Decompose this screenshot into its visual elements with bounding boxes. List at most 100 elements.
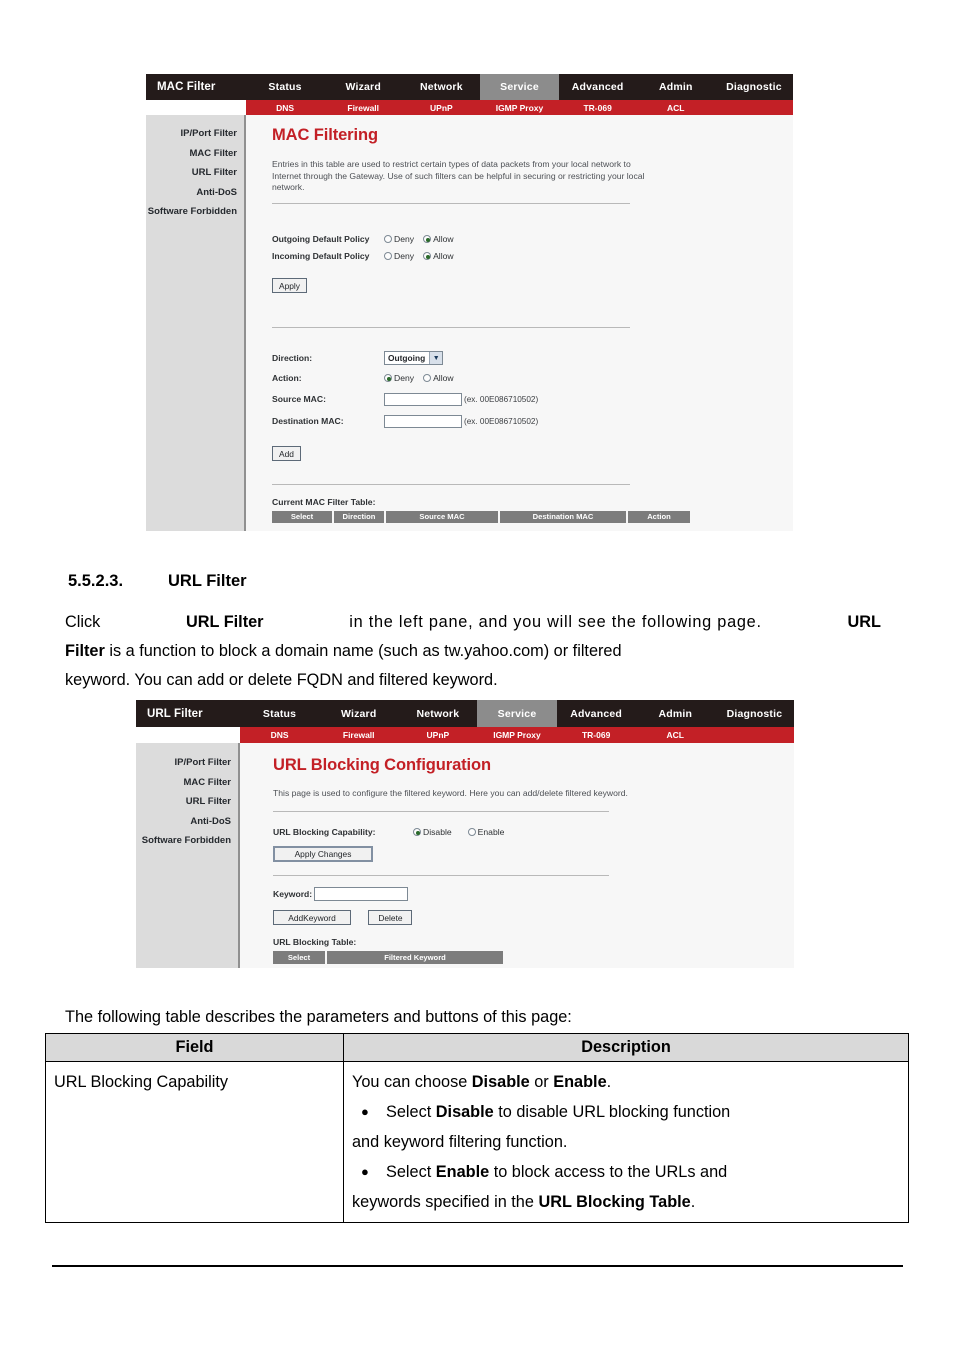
shot2-capability-row: URL Blocking Capability: Disable Enable — [273, 824, 794, 841]
shot1-main-nav: Status Wizard Network Service Advanced A… — [246, 74, 793, 100]
shot2-sidebar-item-software-forbidden[interactable]: Software Forbidden — [136, 831, 231, 851]
shot2-sidebar-item-ip-port-filter[interactable]: IP/Port Filter — [136, 753, 231, 773]
b2-cont-a: keywords specified in the — [352, 1193, 539, 1211]
router-screenshot-url-filter: URL Filter Status Wizard Network Service… — [136, 700, 794, 968]
shot1-nav-service[interactable]: Service — [480, 74, 559, 100]
b2-cont-period: . — [690, 1193, 696, 1211]
shot2-sidebar-item-mac-filter[interactable]: MAC Filter — [136, 773, 232, 793]
intro-paragraph: Click URL Filter in the left pane, and y… — [65, 608, 881, 695]
shot1-outgoing-deny-radio[interactable]: Deny — [384, 231, 414, 248]
shot2-subnav-firewall[interactable]: Firewall — [319, 727, 398, 743]
shot1-sidebar-item-software-forbidden[interactable]: Software Forbidden — [146, 202, 237, 222]
footer-divider — [52, 1265, 903, 1267]
shot1-outgoing-allow-label: Allow — [433, 233, 454, 244]
shot1-source-mac-hint: (ex. 00E086710502) — [464, 394, 539, 404]
shot2-nav-advanced[interactable]: Advanced — [557, 700, 636, 727]
shot2-keyword-input[interactable] — [314, 887, 409, 901]
b1-select: Select — [386, 1103, 436, 1121]
section-number: 5.5.2.3. — [68, 572, 124, 590]
shot1-sidebar-item-anti-dos[interactable]: Anti-DoS — [146, 183, 237, 203]
shot2-subnav-igmp-proxy[interactable]: IGMP Proxy — [477, 727, 556, 743]
shot1-nav-admin[interactable]: Admin — [637, 74, 715, 100]
shot2-sidebar: IP/Port Filter MAC Filter URL Filter Ant… — [136, 743, 240, 968]
shot1-sidebar-item-mac-filter[interactable]: MAC Filter — [146, 144, 238, 164]
document-page: MAC Filter Status Wizard Network Service… — [0, 0, 954, 1350]
shot2-subnav-upnp[interactable]: UPnP — [398, 727, 477, 743]
b2-cont-table-name: URL Blocking Table — [538, 1193, 691, 1211]
shot1-nav-wizard[interactable]: Wizard — [324, 74, 402, 100]
shot1-outgoing-deny-label: Deny — [394, 233, 415, 244]
shot2-sidebar-item-url-filter[interactable]: URL Filter — [136, 792, 231, 812]
description-bullet-2-cont: keywords specified in the URL Blocking T… — [352, 1187, 900, 1217]
shot1-action-row: Action: Deny Allow — [272, 370, 793, 387]
intro-l1-url: URL — [847, 613, 881, 631]
shot1-sidebar-item-ip-port-filter[interactable]: IP/Port Filter — [146, 124, 237, 144]
shot2-nav-wizard[interactable]: Wizard — [319, 700, 398, 727]
shot1-action-deny-radio[interactable]: Deny — [384, 370, 414, 387]
shot1-direction-label: Direction: — [272, 352, 313, 363]
radio-dot-icon — [384, 252, 392, 260]
table-intro-line: The following table describes the parame… — [65, 1008, 572, 1026]
shot1-action-allow-radio[interactable]: Allow — [423, 370, 454, 387]
shot1-action-label: Action: — [272, 372, 302, 383]
shot1-sidebar-item-url-filter[interactable]: URL Filter — [146, 163, 237, 183]
shot2-page-brand: URL Filter — [136, 700, 240, 727]
shot2-nav-admin[interactable]: Admin — [636, 700, 715, 727]
shot1-nav-network[interactable]: Network — [402, 74, 480, 100]
shot1-page-description: Entries in this table are used to restri… — [272, 159, 645, 192]
shot2-enable-radio[interactable]: Enable — [467, 824, 505, 841]
radio-dot-selected-icon — [423, 235, 432, 243]
desc-l1-enable: Enable — [553, 1073, 607, 1091]
bullet-2-text: Select Enable to block access to the URL… — [386, 1157, 727, 1187]
shot2-sidebar-item-anti-dos[interactable]: Anti-DoS — [136, 812, 231, 832]
parameter-table-header-row: Field Description — [45, 1033, 909, 1062]
shot2-subnav-acl[interactable]: ACL — [636, 727, 715, 743]
shot2-nav-network[interactable]: Network — [398, 700, 477, 727]
shot2-nav-status[interactable]: Status — [240, 700, 319, 727]
shot2-subnav-filler — [715, 727, 794, 743]
shot1-subnav-dns[interactable]: DNS — [246, 100, 324, 115]
shot2-col-select: Select — [273, 950, 327, 964]
shot2-apply-changes-button[interactable]: Apply Changes — [273, 845, 373, 862]
shot2-subnav-dns[interactable]: DNS — [240, 727, 319, 743]
shot2-keyword-label: Keyword: — [273, 888, 313, 899]
shot1-subnav-upnp[interactable]: UPnP — [402, 100, 480, 115]
shot2-enable-label: Enable — [477, 826, 505, 837]
shot2-nav-diagnostic[interactable]: Diagnostic — [715, 700, 794, 727]
shot1-incoming-allow-radio[interactable]: Allow — [423, 248, 454, 265]
shot1-source-mac-label: Source MAC: — [272, 393, 326, 404]
shot2-subnav-tr069[interactable]: TR-069 — [557, 727, 636, 743]
shot2-disable-radio[interactable]: Disable — [413, 824, 452, 841]
shot1-apply-button[interactable]: Apply — [272, 278, 307, 293]
shot1-filter-table-header-row: Select Direction Source MAC Destination … — [272, 510, 692, 523]
shot2-nav-service[interactable]: Service — [477, 700, 557, 727]
shot1-subnav-tr069[interactable]: TR-069 — [559, 100, 637, 115]
shot1-direction-select[interactable]: Outgoing ▼ — [384, 351, 444, 365]
shot2-delete-button[interactable]: Delete — [368, 910, 413, 925]
shot2-url-blocking-table-caption: URL Blocking Table: — [273, 936, 357, 947]
b2-select: Select — [386, 1163, 436, 1181]
shot2-subbar-spacer — [136, 727, 240, 743]
shot1-col-source-mac: Source MAC — [386, 510, 500, 523]
shot2-add-keyword-button[interactable]: AddKeyword — [273, 910, 351, 925]
desc-l1-or: or — [529, 1073, 554, 1091]
shot1-content: MAC Filtering Entries in this table are … — [246, 115, 793, 531]
shot2-capability-label: URL Blocking Capability: — [273, 826, 376, 837]
shot2-sub-nav: DNS Firewall UPnP IGMP Proxy TR-069 ACL — [240, 727, 794, 743]
section-heading: URL Filter — [168, 572, 247, 590]
shot1-dest-mac-input[interactable] — [384, 414, 462, 428]
parameter-table: Field Description URL Blocking Capabilit… — [45, 1033, 909, 1223]
shot1-nav-status[interactable]: Status — [246, 74, 324, 100]
shot1-incoming-deny-radio[interactable]: Deny — [384, 248, 414, 265]
shot1-direction-value: Outgoing — [388, 352, 426, 363]
shot1-subnav-acl[interactable]: ACL — [637, 100, 715, 115]
shot1-subnav-firewall[interactable]: Firewall — [324, 100, 402, 115]
shot1-add-button[interactable]: Add — [272, 446, 301, 461]
shot1-dest-mac-label: Destination MAC: — [272, 415, 344, 426]
shot1-nav-diagnostic[interactable]: Diagnostic — [715, 74, 793, 100]
shot1-subbar-spacer — [146, 100, 246, 115]
shot1-nav-advanced[interactable]: Advanced — [559, 74, 637, 100]
shot1-outgoing-allow-radio[interactable]: Allow — [423, 231, 454, 248]
shot1-subnav-igmp-proxy[interactable]: IGMP Proxy — [480, 100, 558, 115]
shot1-source-mac-input[interactable] — [384, 392, 462, 406]
